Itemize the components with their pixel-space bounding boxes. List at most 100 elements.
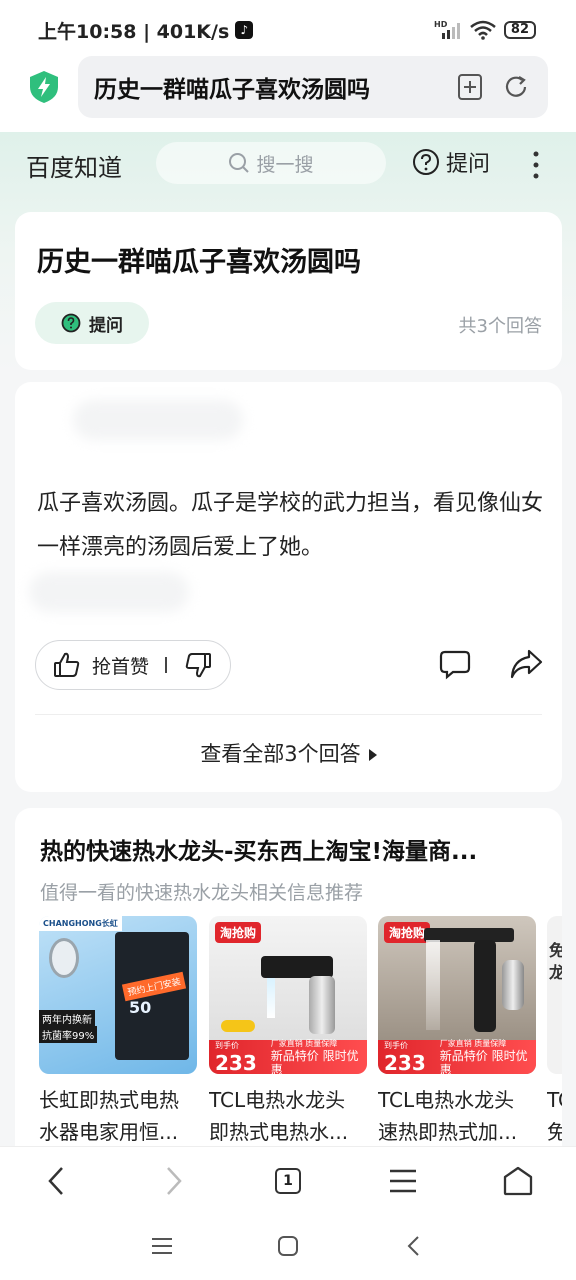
price-label: 到手价 [215, 1040, 239, 1050]
question-icon [61, 313, 81, 333]
thumb-up-icon[interactable] [52, 650, 82, 680]
chevron-right-icon [368, 749, 377, 761]
product-item[interactable]: 淘抢购 到手价 233 厂家直销 质量保障 新品特价 限时优惠 TCL电热水龙头… [378, 916, 536, 1146]
price-label: 到手价 [384, 1040, 408, 1050]
blurred-answer-meta [29, 572, 189, 612]
answer-text: 瓜子喜欢汤圆。瓜子是学校的武力担当，看见像仙女一样漂亮的汤圆后爱上了她。 [37, 491, 544, 560]
vote-separator [165, 657, 168, 673]
faucet-body-graphic [474, 940, 496, 1032]
brand-logo[interactable]: 百度知道 [26, 148, 122, 183]
product-price: 233 [384, 1050, 426, 1075]
divider [35, 714, 542, 715]
ask-question-link[interactable]: 提问 [412, 146, 490, 178]
shower-head-graphic [49, 938, 79, 978]
thumb-down-icon[interactable] [183, 650, 213, 680]
soap-graphic [221, 1020, 255, 1032]
menu-button[interactable] [383, 1161, 423, 1201]
wifi-icon [470, 20, 496, 40]
product-name[interactable]: TCL电热水龙头 速热即热式加... [378, 1084, 536, 1146]
ad-card: 热的快速热水龙头-买东西上淘宝!海量商... 值得一看的快速热水龙头相关信息推荐… [15, 808, 562, 1146]
price-strip: 到手价 233 厂家直销 质量保障 新品特价 限时优惠 [209, 1038, 367, 1075]
refresh-icon [505, 76, 527, 97]
tabs-icon: 1 [275, 1168, 301, 1194]
tabs-button[interactable]: 1 [268, 1161, 308, 1201]
home-icon [503, 1166, 533, 1196]
address-text[interactable]: 历史一群喵瓜子喜欢汤圆吗 [94, 70, 448, 104]
product-name-line1: TC [547, 1088, 562, 1112]
system-home-icon[interactable] [276, 1234, 300, 1258]
page-content: 百度知道 搜一搜 提问 历史一群喵瓜子喜欢汤圆吗 提问 共3个回答 瓜子喜欢汤圆… [0, 132, 576, 1146]
home-button[interactable] [498, 1161, 538, 1201]
taoqianggou-badge: 淘抢购 [215, 922, 262, 943]
heater-display: 50 [129, 998, 152, 1017]
promo-big: 新品特价 限时优惠 [270, 1048, 359, 1075]
product-name-line1: TCL电热水龙头 [378, 1088, 515, 1112]
refresh-button[interactable] [494, 65, 538, 109]
product-name-line1: 长虹即热式电热 [39, 1088, 179, 1112]
product-name[interactable]: TC 免 [547, 1084, 562, 1146]
forward-button[interactable] [154, 1161, 194, 1201]
more-icon[interactable] [526, 148, 546, 182]
add-bookmark-icon [458, 74, 482, 100]
product-item[interactable]: 免龙 TC 免 [547, 916, 562, 1146]
faucet-handle-graphic [502, 960, 524, 1010]
comment-icon[interactable] [439, 648, 471, 680]
question-ask-button[interactable]: 提问 [35, 302, 149, 344]
vote-pill: 抢首赞 [35, 640, 231, 690]
like-label[interactable]: 抢首赞 [92, 652, 149, 679]
recents-icon[interactable] [150, 1236, 174, 1256]
faucet-body-graphic [309, 976, 335, 1034]
ask-label: 提问 [446, 152, 491, 177]
product-name-line2: 水器电家用恒... [39, 1120, 179, 1144]
address-bar[interactable]: 历史一群喵瓜子喜欢汤圆吗 [78, 56, 548, 118]
search-placeholder: 搜一搜 [256, 153, 314, 176]
water-graphic [426, 940, 440, 1030]
site-search-box[interactable]: 搜一搜 [156, 142, 386, 184]
product-image[interactable]: 淘抢购 到手价 233 厂家直销 质量保障 新品特价 限时优惠 [209, 916, 367, 1074]
answer-card: 瓜子喜欢汤圆。瓜子是学校的武力担当，看见像仙女一样漂亮的汤圆后爱上了她。 抢首赞… [15, 382, 562, 792]
back-button[interactable] [36, 1161, 76, 1201]
product-item[interactable]: 淘抢购 到手价 233 厂家直销 质量保障 新品特价 限时优惠 TCL电热水龙头… [209, 916, 367, 1146]
product-item[interactable]: CHANGHONG长虹 50 预约上门安装 两年内换新 抗菌率99% 长虹即热式… [39, 916, 197, 1146]
ad-subtitle: 值得一看的快速热水龙头相关信息推荐 [40, 882, 364, 904]
browser-toolbar: 1 [0, 1146, 576, 1212]
system-back-icon[interactable] [404, 1234, 424, 1258]
price-strip: 到手价 233 厂家直销 质量保障 新品特价 限时优惠 [378, 1038, 536, 1075]
product-carousel[interactable]: CHANGHONG长虹 50 预约上门安装 两年内换新 抗菌率99% 长虹即热式… [39, 916, 562, 1146]
shield-bolt-icon[interactable] [28, 70, 60, 104]
product-image[interactable]: CHANGHONG长虹 50 预约上门安装 两年内换新 抗菌率99% [39, 916, 197, 1074]
product-name[interactable]: TCL电热水龙头 即热式电热水... [209, 1084, 367, 1146]
product-image[interactable]: 淘抢购 到手价 233 厂家直销 质量保障 新品特价 限时优惠 [378, 916, 536, 1074]
product-name-line1: TCL电热水龙头 [209, 1088, 346, 1112]
add-bookmark-button[interactable] [448, 65, 492, 109]
question-ask-label: 提问 [89, 315, 123, 336]
status-left: 上午10:58 | 401K/s ♪ [38, 17, 254, 44]
view-all-answers-link[interactable]: 查看全部3个回答 [15, 738, 562, 768]
product-image[interactable]: 免龙 [547, 916, 562, 1074]
brand-tag: CHANGHONG长虹 [39, 916, 122, 931]
promo-small: 厂家直销 质量保障 [439, 1038, 507, 1048]
product-name-line2: 即热式电热水... [209, 1120, 349, 1144]
search-icon [229, 153, 250, 173]
status-right: HD 82 [434, 19, 536, 41]
status-time: 上午10:58 | 401K/s [38, 20, 230, 43]
zhidao-header: 百度知道 搜一搜 提问 [0, 132, 576, 198]
product-image-text: 免龙 [549, 941, 562, 982]
forward-icon [167, 1167, 182, 1195]
product-name-line2: 免 [547, 1120, 562, 1144]
hd-label: HD [434, 20, 448, 29]
blurred-author-info [73, 400, 243, 440]
browser-address-area: 历史一群喵瓜子喜欢汤圆吗 [0, 50, 576, 132]
ad-title[interactable]: 热的快速热水龙头-买东西上淘宝!海量商... [40, 832, 540, 866]
back-icon [48, 1167, 63, 1195]
promo-small: 厂家直销 质量保障 [270, 1038, 338, 1048]
share-icon[interactable] [509, 648, 543, 680]
product-name-line2: 速热即热式加... [378, 1120, 518, 1144]
water-graphic [267, 978, 275, 1018]
product-name[interactable]: 长虹即热式电热 水器电家用恒... [39, 1084, 197, 1146]
signal-icon: HD [434, 20, 460, 39]
system-nav-bar [0, 1212, 576, 1280]
faucet-graphic [261, 956, 333, 978]
product-price: 233 [215, 1050, 257, 1075]
question-title: 历史一群喵瓜子喜欢汤圆吗 [37, 247, 361, 278]
